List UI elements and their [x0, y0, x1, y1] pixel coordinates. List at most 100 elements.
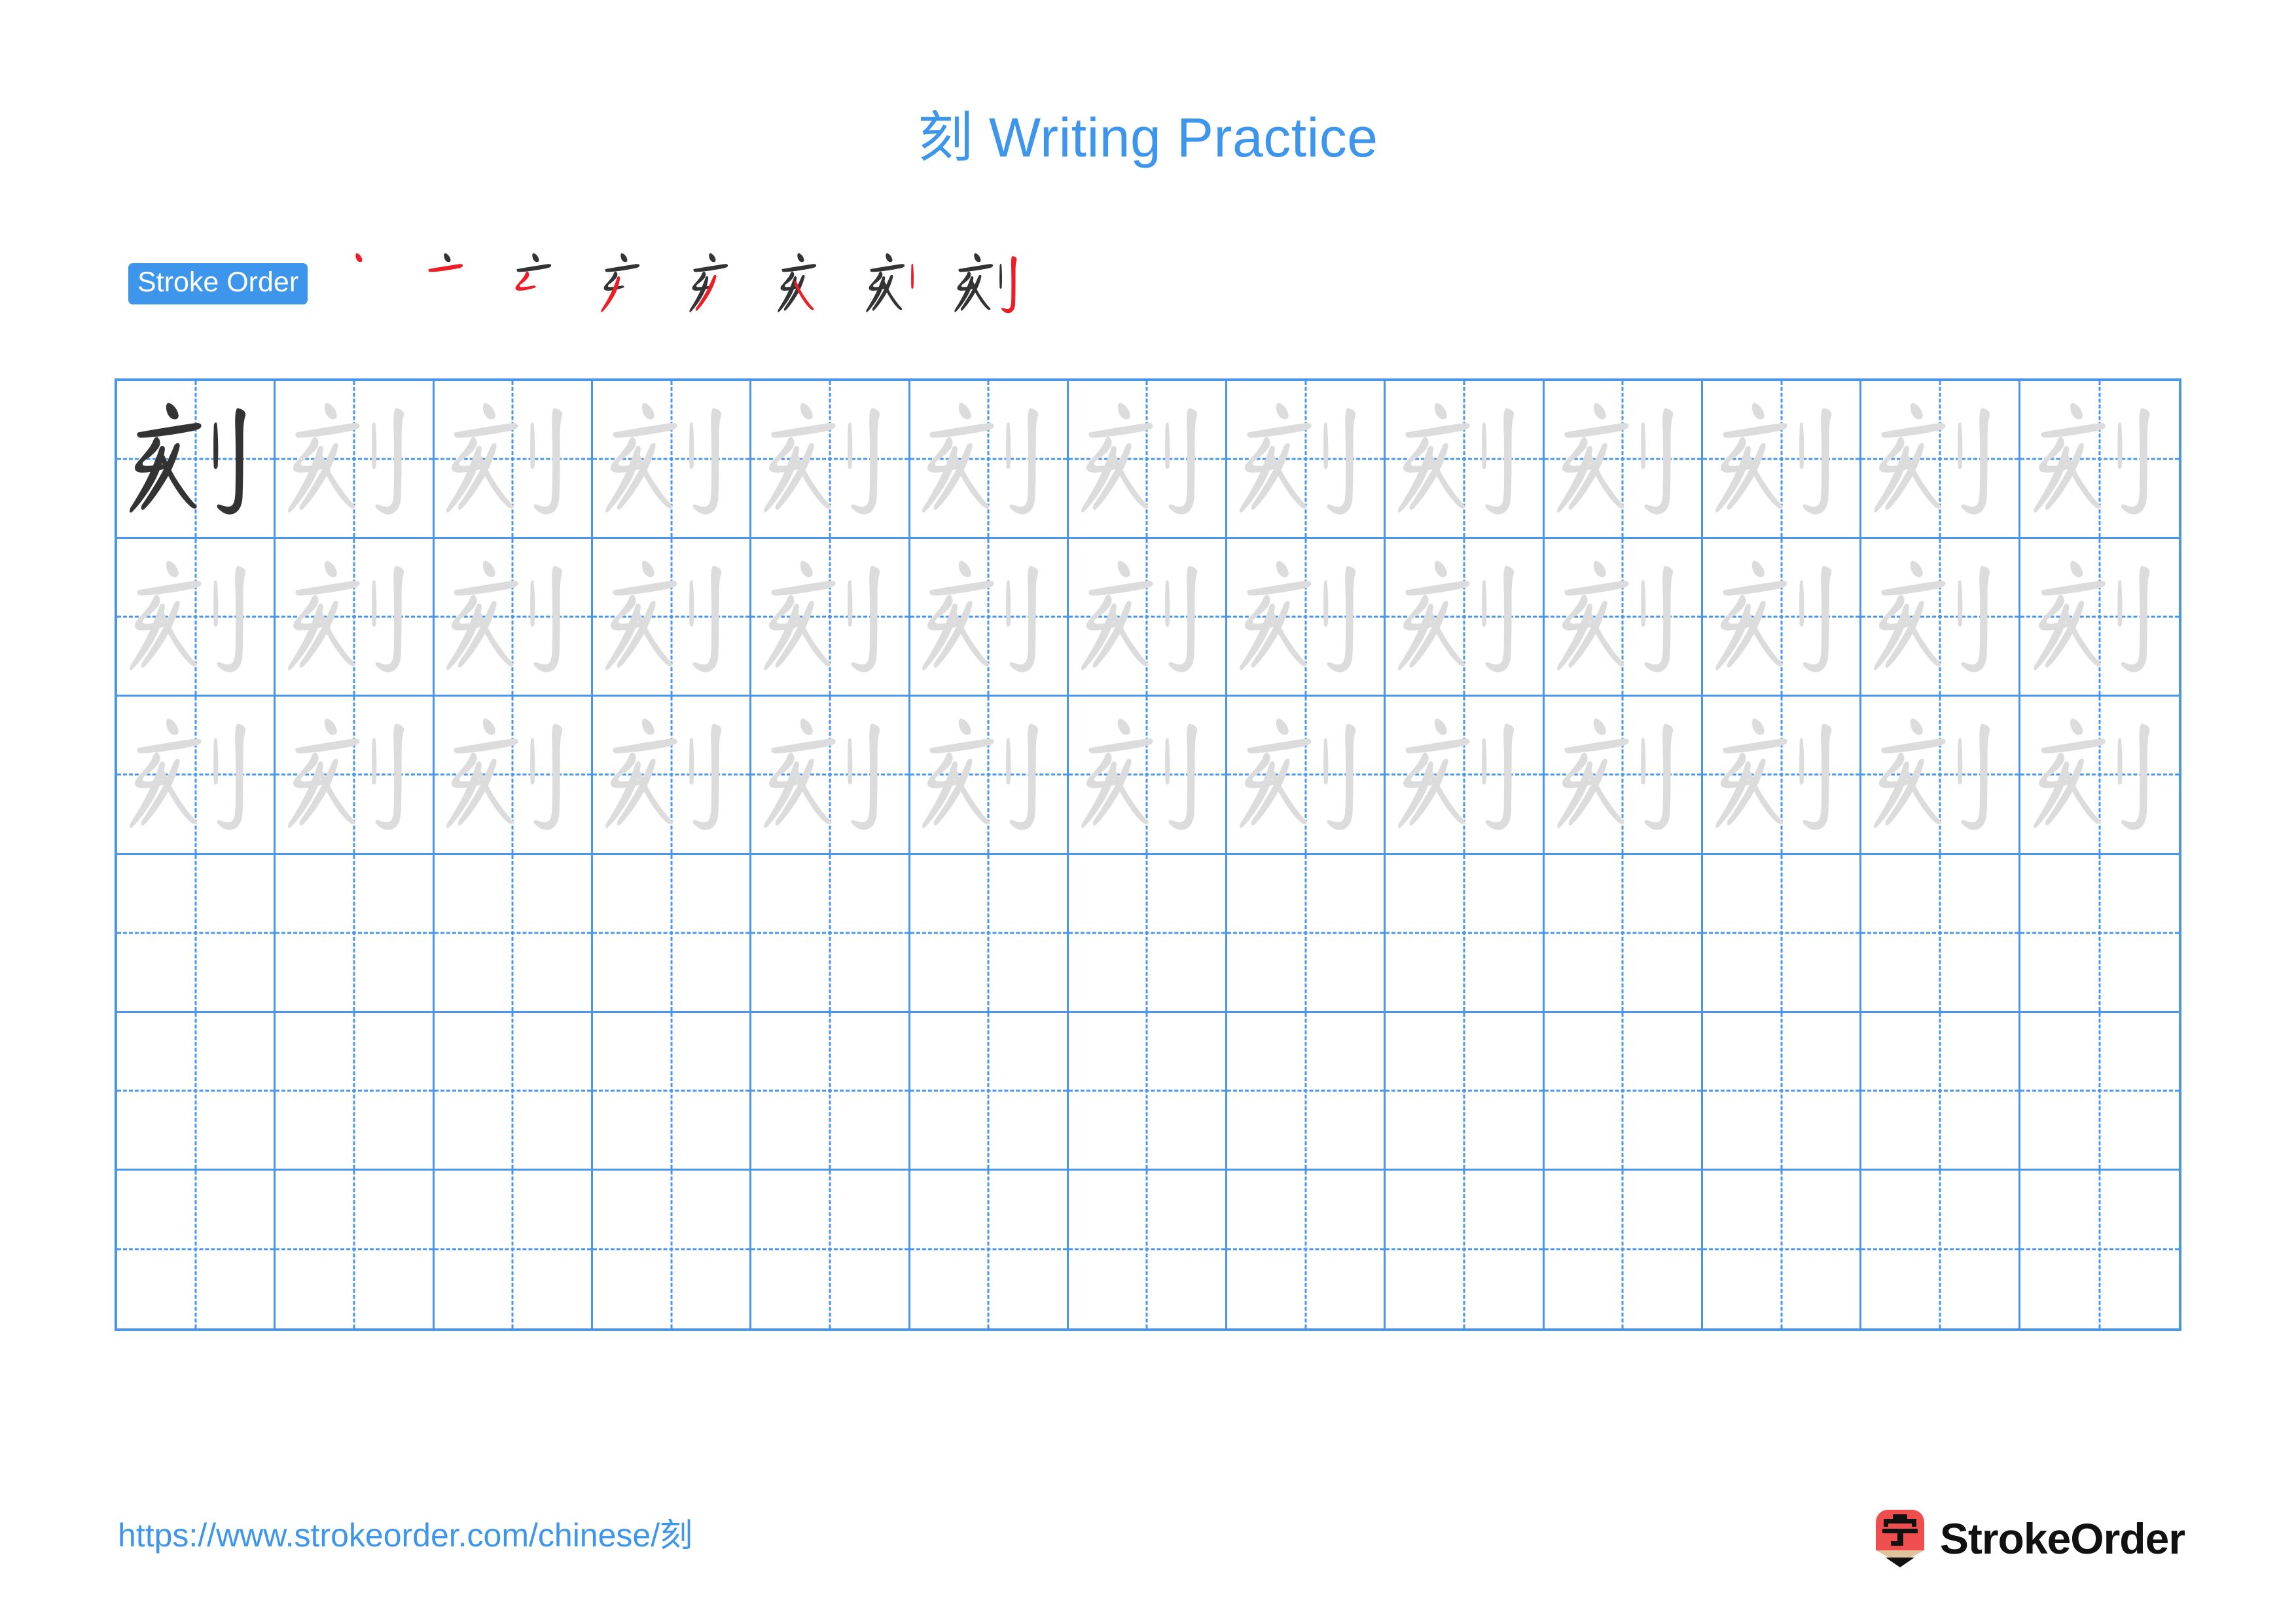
practice-cell-r6-c8[interactable] [1227, 1170, 1386, 1328]
practice-cell-r4-c13[interactable] [2020, 855, 2179, 1013]
practice-cell-r5-c1[interactable] [117, 1012, 276, 1171]
practice-cell-r6-c11[interactable] [1703, 1170, 1862, 1328]
practice-cell-r1-c3[interactable] [434, 381, 593, 539]
character-glyph [1239, 560, 1356, 672]
practice-cell-r1-c9[interactable] [1386, 381, 1545, 539]
practice-cell-r1-c5[interactable] [751, 381, 910, 539]
practice-cell-r4-c12[interactable] [1861, 854, 2020, 1013]
trace-character [1545, 381, 1701, 537]
stroke-step-glyph [601, 253, 640, 312]
practice-cell-r1-c2[interactable] [276, 381, 435, 539]
practice-cell-r5-c10[interactable] [1544, 1012, 1704, 1171]
practice-cell-r6-c2[interactable] [276, 1170, 435, 1328]
practice-cell-r3-c12[interactable] [1861, 697, 2020, 855]
page-title: 刻 Writing Practice [918, 107, 1378, 168]
trace-character [751, 381, 908, 537]
practice-cell-r2-c6[interactable] [910, 539, 1069, 697]
practice-cell-r4-c3[interactable] [434, 854, 593, 1013]
practice-cell-r6-c6[interactable] [910, 1170, 1069, 1328]
practice-cell-r5-c8[interactable] [1227, 1012, 1386, 1171]
practice-cell-r2-c5[interactable] [751, 539, 910, 697]
trace-character [1861, 539, 2018, 695]
practice-cell-r3-c1[interactable] [117, 697, 276, 855]
practice-cell-r3-c7[interactable] [1068, 697, 1228, 855]
practice-cell-r6-c1[interactable] [117, 1170, 276, 1328]
practice-cell-r3-c3[interactable] [434, 697, 593, 855]
practice-cell-r1-c13[interactable] [2020, 381, 2179, 539]
practice-cell-r4-c8[interactable] [1227, 854, 1386, 1013]
practice-cell-r4-c11[interactable] [1703, 854, 1862, 1013]
practice-cell-r3-c10[interactable] [1544, 697, 1704, 855]
practice-cell-r6-c9[interactable] [1386, 1170, 1545, 1328]
practice-cell-r5-c2[interactable] [276, 1012, 435, 1171]
practice-cell-r2-c8[interactable] [1227, 539, 1386, 697]
character-glyph [922, 560, 1039, 672]
practice-cell-r4-c1[interactable] [117, 854, 276, 1013]
practice-cell-r6-c10[interactable] [1545, 1170, 1704, 1328]
stroke-step-glyph [515, 253, 552, 291]
practice-cell-r3-c6[interactable] [910, 697, 1069, 855]
practice-cell-r1-c6[interactable] [910, 381, 1069, 539]
practice-cell-r6-c4[interactable] [593, 1170, 752, 1328]
practice-cell-r5-c6[interactable] [910, 1012, 1069, 1171]
practice-cell-r6-c12[interactable] [1861, 1170, 2020, 1328]
practice-cell-r5-c4[interactable] [592, 1012, 752, 1171]
practice-cell-r1-c4[interactable] [592, 381, 752, 539]
practice-cell-r5-c11[interactable] [1703, 1012, 1862, 1171]
practice-cell-r6-c7[interactable] [1069, 1170, 1228, 1328]
practice-cell-r6-c3[interactable] [435, 1170, 593, 1328]
character-glyph [288, 718, 404, 830]
practice-cell-r1-c12[interactable] [1861, 381, 2020, 539]
practice-cell-r3-c4[interactable] [592, 697, 752, 855]
practice-cell-r4-c4[interactable] [592, 854, 752, 1013]
practice-cell-r2-c12[interactable] [1861, 539, 2020, 697]
trace-character [276, 697, 432, 852]
practice-cell-r4-c10[interactable] [1544, 854, 1704, 1013]
practice-cell-r2-c7[interactable] [1068, 539, 1228, 697]
practice-cell-r2-c4[interactable] [592, 539, 752, 697]
practice-cell-r1-c7[interactable] [1068, 381, 1228, 539]
source-url[interactable]: https://www.strokeorder.com/chinese/刻 [118, 1519, 692, 1552]
practice-cell-r2-c11[interactable] [1703, 539, 1862, 697]
trace-character [435, 697, 591, 852]
practice-cell-r5-c12[interactable] [1861, 1012, 2020, 1171]
stroke-step-glyph [778, 253, 817, 312]
character-glyph [2034, 560, 2150, 672]
practice-cell-r5-c9[interactable] [1386, 1012, 1545, 1171]
practice-cell-r4-c7[interactable] [1068, 854, 1228, 1013]
practice-cell-r3-c2[interactable] [276, 697, 435, 855]
practice-cell-r6-c13[interactable] [2020, 1171, 2179, 1328]
practice-cell-r3-c9[interactable] [1386, 697, 1545, 855]
practice-cell-r3-c13[interactable] [2020, 697, 2179, 855]
practice-cell-r3-c5[interactable] [751, 697, 910, 855]
trace-character [1386, 539, 1542, 695]
character-glyph [288, 403, 404, 515]
practice-cell-r3-c8[interactable] [1227, 697, 1386, 855]
practice-cell-r4-c9[interactable] [1386, 854, 1545, 1013]
practice-cell-r2-c13[interactable] [2020, 539, 2179, 697]
practice-cell-r1-c1[interactable] [117, 381, 276, 539]
practice-cell-r1-c10[interactable] [1544, 381, 1704, 539]
practice-cell-r5-c7[interactable] [1068, 1012, 1228, 1171]
practice-cell-r2-c1[interactable] [117, 539, 276, 697]
practice-cell-r5-c5[interactable] [751, 1012, 910, 1171]
practice-cell-r1-c11[interactable] [1703, 381, 1862, 539]
practice-cell-r2-c9[interactable] [1386, 539, 1545, 697]
practice-cell-r4-c2[interactable] [276, 854, 435, 1013]
practice-cell-r2-c10[interactable] [1544, 539, 1704, 697]
practice-cell-r5-c13[interactable] [2020, 1013, 2179, 1171]
stroke-step-glyph [866, 253, 914, 312]
character-glyph [1715, 403, 1832, 515]
practice-cell-r2-c3[interactable] [434, 539, 593, 697]
trace-character [276, 539, 432, 695]
trace-character [751, 697, 908, 852]
practice-cell-r3-c11[interactable] [1703, 697, 1862, 855]
practice-cell-r5-c3[interactable] [434, 1012, 593, 1171]
trace-character [1545, 539, 1701, 695]
character-glyph [922, 718, 1039, 830]
practice-cell-r4-c6[interactable] [910, 854, 1069, 1013]
practice-cell-r6-c5[interactable] [751, 1170, 910, 1328]
practice-cell-r4-c5[interactable] [751, 854, 910, 1013]
practice-cell-r1-c8[interactable] [1227, 381, 1386, 539]
practice-cell-r2-c2[interactable] [276, 539, 435, 697]
